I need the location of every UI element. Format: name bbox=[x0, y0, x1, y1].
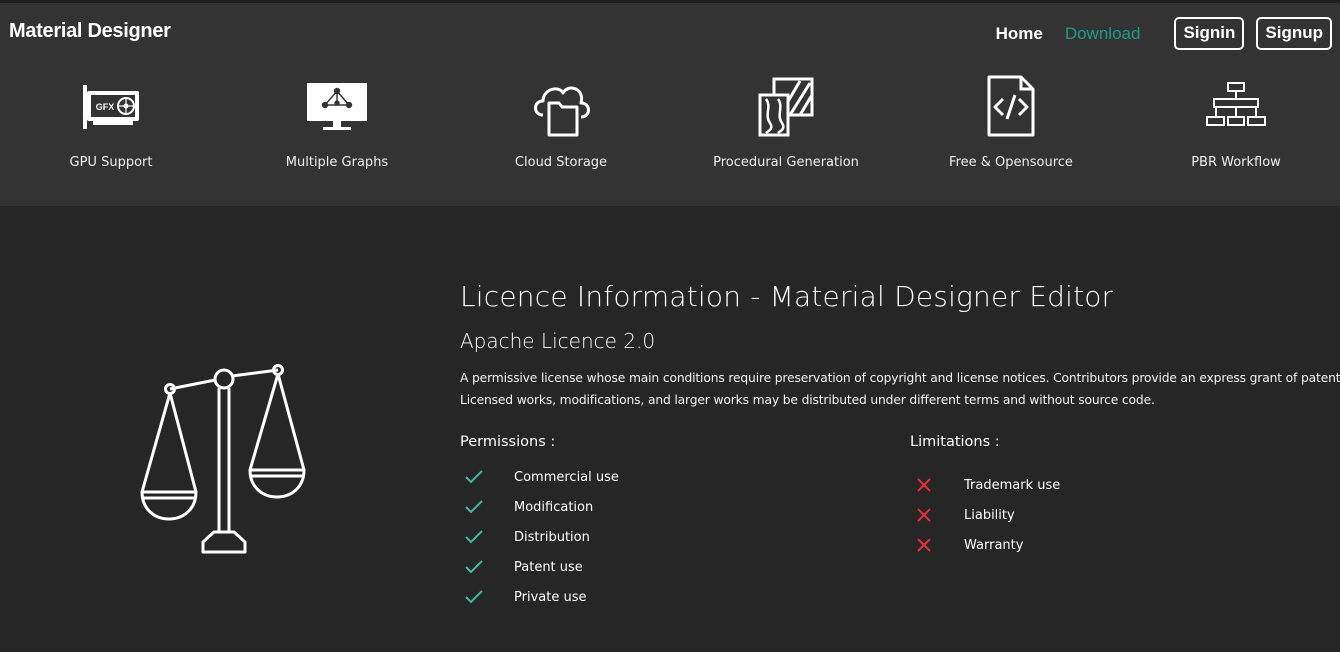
description-line: A permissive license whose main conditio… bbox=[460, 371, 1340, 385]
graph-monitor-icon bbox=[307, 83, 367, 130]
permission-label: Commercial use bbox=[514, 469, 619, 485]
feature-row: GFX GPU Support Multiple Graphs Cloud St… bbox=[0, 73, 1340, 183]
permission-label: Modification bbox=[514, 499, 594, 515]
feature-label: PBR Workflow bbox=[1191, 155, 1281, 170]
feature-pbr-workflow: PBR Workflow bbox=[1136, 73, 1336, 170]
permission-item: Distribution bbox=[460, 522, 619, 552]
check-icon bbox=[460, 590, 488, 604]
limitation-item: Warranty bbox=[910, 530, 1060, 560]
feature-label: Free & Opensource bbox=[949, 155, 1073, 170]
limitation-item: Liability bbox=[910, 500, 1060, 530]
check-icon bbox=[460, 530, 488, 544]
code-file-icon bbox=[987, 75, 1035, 137]
page-title: Licence Information - Material Designer … bbox=[460, 280, 1114, 313]
permission-item: Private use bbox=[460, 582, 619, 612]
limitations-column: Limitations : Trademark use Liability Wa… bbox=[910, 434, 1060, 560]
permission-item: Modification bbox=[460, 492, 619, 522]
workflow-tree-icon bbox=[1206, 82, 1266, 126]
check-icon bbox=[460, 560, 488, 574]
permissions-heading: Permissions : bbox=[460, 434, 556, 450]
licence-description: A permissive license whose main conditio… bbox=[460, 367, 1340, 411]
limitations-list: Trademark use Liability Warranty bbox=[910, 470, 1060, 560]
nav-download-link[interactable]: Download bbox=[1065, 24, 1141, 44]
feature-cloud-storage: Cloud Storage bbox=[461, 73, 661, 170]
licence-subtitle: Apache Licence 2.0 bbox=[460, 329, 656, 353]
gpu-card-icon: GFX bbox=[83, 85, 139, 129]
signup-button[interactable]: Signup bbox=[1256, 17, 1332, 50]
brand-logo[interactable]: Material Designer bbox=[9, 20, 171, 43]
limitations-heading: Limitations : bbox=[910, 434, 1000, 450]
limitation-label: Trademark use bbox=[964, 477, 1061, 493]
nav-home-link[interactable]: Home bbox=[996, 24, 1043, 44]
check-icon bbox=[460, 500, 488, 514]
feature-gpu-support: GFX GPU Support bbox=[11, 73, 211, 170]
licence-columns: Permissions : Commercial use Modificatio… bbox=[460, 434, 1340, 624]
scale-balance-icon bbox=[140, 364, 306, 554]
permission-label: Patent use bbox=[514, 559, 583, 575]
limitation-label: Warranty bbox=[964, 537, 1024, 553]
permission-label: Private use bbox=[514, 589, 587, 605]
cross-icon bbox=[910, 477, 938, 493]
feature-label: Procedural Generation bbox=[713, 155, 859, 170]
licence-section: Licence Information - Material Designer … bbox=[460, 280, 1340, 624]
feature-multiple-graphs: Multiple Graphs bbox=[237, 73, 437, 170]
cross-icon bbox=[910, 537, 938, 553]
permission-label: Distribution bbox=[514, 529, 590, 545]
cross-icon bbox=[910, 507, 938, 523]
limitation-item: Trademark use bbox=[910, 470, 1060, 500]
top-band: Material Designer Home Download Signin S… bbox=[0, 0, 1340, 206]
permissions-list: Commercial use Modification Distribution bbox=[460, 462, 619, 612]
permission-item: Commercial use bbox=[460, 462, 619, 492]
limitation-label: Liability bbox=[964, 507, 1015, 523]
feature-label: GPU Support bbox=[69, 155, 153, 170]
permissions-column: Permissions : Commercial use Modificatio… bbox=[460, 434, 619, 612]
procedural-pattern-icon bbox=[758, 77, 814, 137]
feature-label: Multiple Graphs bbox=[285, 155, 389, 170]
main-nav: Home Download Signin Signup bbox=[996, 17, 1332, 50]
signin-button[interactable]: Signin bbox=[1174, 17, 1245, 50]
cloud-folder-icon bbox=[534, 86, 590, 137]
gpu-label-text: GFX bbox=[96, 102, 115, 112]
feature-procedural-generation: Procedural Generation bbox=[686, 73, 886, 170]
permission-item: Patent use bbox=[460, 552, 619, 582]
feature-free-opensource: Free & Opensource bbox=[911, 73, 1111, 170]
check-icon bbox=[460, 470, 488, 484]
feature-label: Cloud Storage bbox=[514, 155, 608, 170]
description-line: Licensed works, modifications, and large… bbox=[460, 393, 1155, 407]
